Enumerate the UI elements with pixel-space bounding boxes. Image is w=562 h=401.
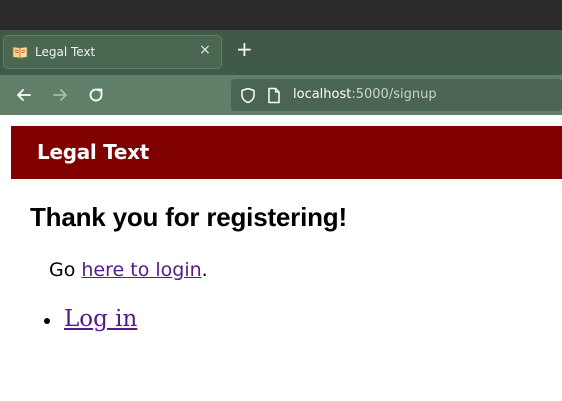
go-prefix: Go [49,259,82,281]
bullet-icon [44,318,50,324]
back-arrow-icon[interactable] [15,86,33,104]
shield-icon[interactable] [240,87,256,104]
here-to-login-link[interactable]: here to login [81,259,201,281]
os-top-bar [0,0,562,30]
browser-tab[interactable]: Legal Text × [3,35,222,69]
page-icon[interactable] [267,87,281,104]
site-header: Legal Text [11,126,562,179]
tab-bar: Legal Text × + [0,30,562,75]
url-host: localhost [293,87,352,102]
reload-icon[interactable] [87,86,105,104]
login-link[interactable]: Log in [64,306,137,332]
url-text[interactable]: localhost:5000/signup [293,87,437,102]
tab-title: Legal Text [35,45,96,59]
site-title: Legal Text [37,140,149,164]
page-heading: Thank you for registering! [30,202,347,232]
address-bar[interactable]: localhost:5000/signup [231,79,562,111]
list-item: Log in [44,306,137,332]
link-list: Log in [44,306,137,332]
navigation-bar: localhost:5000/signup [0,75,562,115]
open-book-icon [12,46,28,59]
login-prompt: Go here to login. [49,259,208,281]
go-suffix: . [201,259,208,281]
forward-arrow-icon[interactable] [51,86,69,104]
tab-close-icon[interactable]: × [198,43,212,57]
url-path: :5000/signup [351,87,437,102]
new-tab-button[interactable]: + [236,39,253,59]
